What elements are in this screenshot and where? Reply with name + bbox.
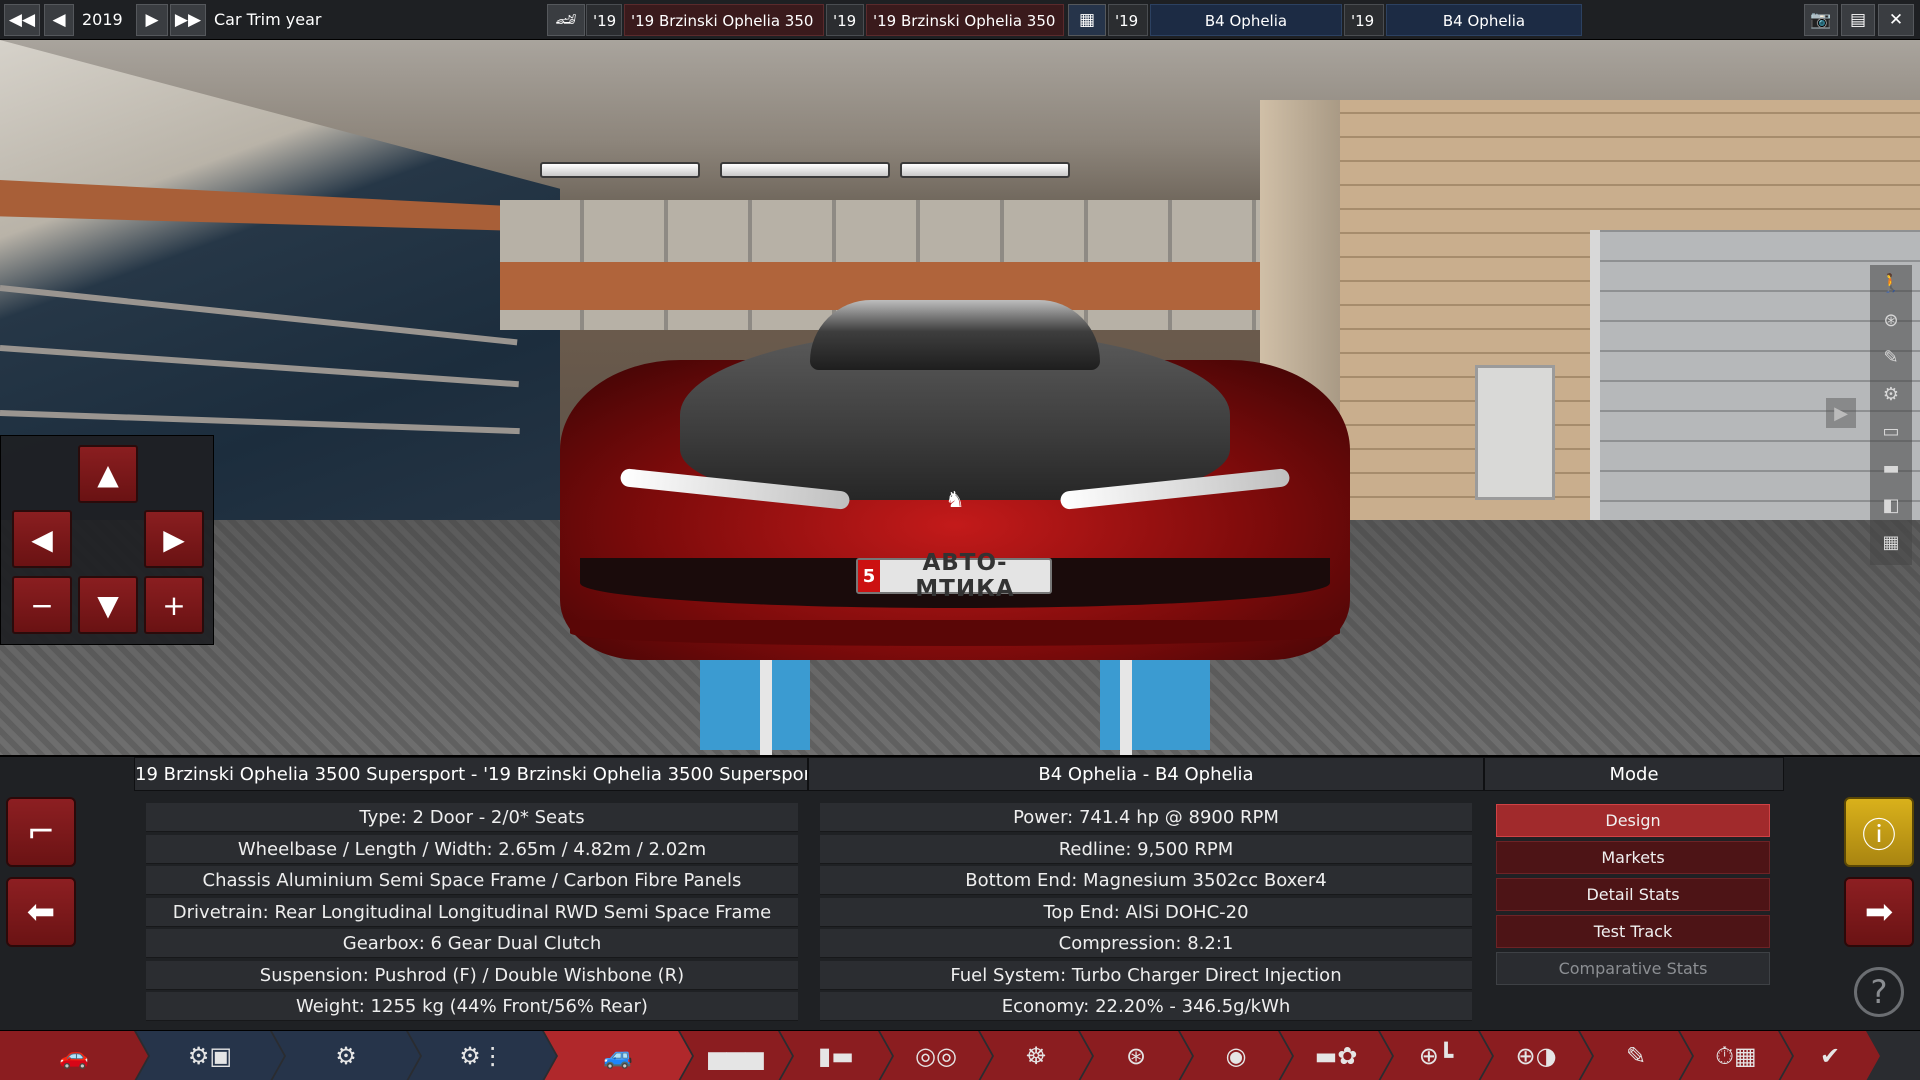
safety-icon[interactable]: ⊕◑ [1480, 1031, 1592, 1080]
license-plate: 5 АВТО-МТИКА [856, 550, 1052, 602]
arrow-right-icon[interactable]: ▶ [144, 510, 204, 568]
expand-panel-icon[interactable]: ▶ [1826, 398, 1856, 428]
ceiling-light [720, 162, 890, 178]
panel-icon[interactable]: ▭ [1870, 413, 1912, 450]
wheels-icon[interactable]: ⊛ [1080, 1031, 1192, 1080]
mode-test-track-button[interactable]: Test Track [1496, 915, 1770, 948]
ceiling-light [540, 162, 700, 178]
back-arrow-icon[interactable]: ⬅ [6, 877, 76, 947]
fast-forward-icon[interactable]: ▶▶ [170, 4, 206, 36]
gearbox-icon[interactable]: ◎◎ [880, 1031, 992, 1080]
year-value: 2019 [82, 10, 123, 29]
camera-icon[interactable]: 📷 [1804, 4, 1838, 36]
engine-model-icon[interactable]: ▦ [1068, 4, 1106, 36]
arrow-down-icon[interactable]: ▼ [78, 576, 138, 634]
engine-family-stage-icon[interactable]: ⚙▣ [136, 1031, 284, 1080]
car-part-icon[interactable]: ◧ [1870, 487, 1912, 524]
engine-block-stage-icon[interactable]: ⚙ [272, 1031, 420, 1080]
seats-icon[interactable]: ▅▅▅ [680, 1031, 792, 1080]
stat-row: Type: 2 Door - 2/0* Seats [146, 803, 798, 832]
arrow-up-icon[interactable]: ▲ [78, 445, 138, 503]
stats-panel: 19 Brzinski Ophelia 3500 Supersport - '1… [0, 755, 1920, 1030]
garage-side-door [1475, 365, 1555, 500]
ceiling-light [900, 162, 1070, 178]
person-icon[interactable]: 🚶 [1870, 265, 1912, 302]
stat-row: Drivetrain: Rear Longitudinal Longitudin… [146, 897, 798, 927]
slot4-year: '19 [1344, 4, 1384, 36]
slot2-name-field[interactable]: '19 Brzinski Ophelia 350 [866, 4, 1064, 36]
stat-row: Top End: AlSi DOHC-20 [820, 897, 1472, 927]
interior-icon[interactable]: ⊕┗ [1380, 1031, 1492, 1080]
lift-rail [1120, 660, 1132, 760]
car-splitter [570, 620, 1340, 646]
tuning-icon[interactable]: ✎ [1580, 1031, 1692, 1080]
body-aero-icon[interactable]: ▬✿ [1280, 1031, 1392, 1080]
zoom-in-icon[interactable]: + [144, 576, 204, 634]
view-tool-strip: 🚶 ⊛ ✎ ⚙ ▭ ▬ ◧ ▦ [1870, 265, 1912, 565]
car-model-icon[interactable]: 🏎 [547, 4, 585, 36]
suspension-icon[interactable]: ☸ [980, 1031, 1092, 1080]
test-drive-icon[interactable]: ⏱▦ [1680, 1031, 1792, 1080]
mode-design-button[interactable]: Design [1496, 804, 1770, 837]
stat-row: Weight: 1255 kg (44% Front/56% Rear) [146, 992, 798, 1021]
paint-icon[interactable]: ✎ [1870, 339, 1912, 376]
stat-row: Power: 741.4 hp @ 8900 RPM [820, 803, 1472, 832]
chassis-icon[interactable]: ▮▬ [780, 1031, 892, 1080]
fixture-icon[interactable]: ⌐ [6, 797, 76, 867]
close-icon[interactable]: ✕ [1878, 4, 1914, 36]
car-side-icon[interactable]: ▬ [1870, 450, 1912, 487]
rewind-icon[interactable]: ◀◀ [4, 4, 40, 36]
mode-comparative-stats-button[interactable]: Comparative Stats [1496, 952, 1770, 985]
stat-row: Bottom End: Magnesium 3502cc Boxer4 [820, 866, 1472, 895]
lift-rail [760, 660, 772, 760]
stat-row: Compression: 8.2:1 [820, 929, 1472, 958]
mode-markets-button[interactable]: Markets [1496, 841, 1770, 874]
mode-title: Mode [1484, 757, 1784, 791]
warning-icon[interactable]: ⓘ [1844, 797, 1914, 867]
stat-row: Redline: 9,500 RPM [820, 834, 1472, 864]
plate-number: 5 [858, 560, 880, 592]
top-bar: ◀◀ ◀ 2019 ▶ ▶▶ Car Trim year 🏎 '19 '19 B… [0, 0, 1920, 40]
finish-check-icon[interactable]: ✔ [1780, 1031, 1880, 1080]
prev-icon[interactable]: ◀ [44, 4, 74, 36]
car-title: 19 Brzinski Ophelia 3500 Supersport - '1… [134, 757, 808, 791]
brakes-icon[interactable]: ◉ [1180, 1031, 1292, 1080]
stat-row: Fuel System: Turbo Charger Direct Inject… [820, 960, 1472, 990]
engine-icon[interactable]: ⚙ [1870, 376, 1912, 413]
car-roof [810, 300, 1100, 370]
next-icon[interactable]: ▶ [136, 4, 168, 36]
grid-icon[interactable]: ▦ [1870, 524, 1912, 561]
car-model-stage-icon[interactable]: 🚗 [0, 1031, 148, 1080]
brand-emblem-icon: ♞ [945, 488, 965, 513]
stat-row: Wheelbase / Length / Width: 2.65m / 4.82… [146, 834, 798, 864]
arrow-left-icon[interactable]: ◀ [12, 510, 72, 568]
car-stats: Type: 2 Door - 2/0* Seats Wheelbase / Le… [146, 803, 798, 1024]
stat-row: Economy: 22.20% - 346.5g/kWh [820, 992, 1472, 1021]
stat-row: Gearbox: 6 Gear Dual Clutch [146, 929, 798, 958]
wheel-icon[interactable]: ⊛ [1870, 302, 1912, 339]
help-icon[interactable]: ? [1854, 967, 1904, 1017]
zoom-out-icon[interactable]: − [12, 576, 72, 634]
slot3-year: '19 [1108, 4, 1148, 36]
calculator-icon[interactable]: ▤ [1841, 4, 1875, 36]
trim-stage-icon[interactable]: 🚙 [544, 1031, 692, 1080]
forward-arrow-icon[interactable]: ➡ [1844, 877, 1914, 947]
trim-label: Car Trim year [214, 10, 322, 29]
stage-nav-bar: 🚗 ⚙▣ ⚙ ⚙⋮ 🚙 ▅▅▅ ▮▬ ◎◎ ☸ ⊛ ◉ ▬✿ ⊕┗ ⊕◑ ✎ ⏱… [0, 1030, 1920, 1080]
car-model[interactable]: ♞ 5 АВТО-МТИКА [560, 300, 1350, 670]
slot1-year: '19 [586, 4, 622, 36]
slot1-name-field[interactable]: '19 Brzinski Ophelia 350 [624, 4, 824, 36]
slot4-name-field[interactable]: B4 Ophelia [1386, 4, 1582, 36]
mode-detail-stats-button[interactable]: Detail Stats [1496, 878, 1770, 911]
slot3-name-field[interactable]: B4 Ophelia [1150, 4, 1342, 36]
camera-dpad: ▲ ◀ ▶ − ▼ + [0, 435, 214, 645]
stat-row: Suspension: Pushrod (F) / Double Wishbon… [146, 960, 798, 990]
plate-text: АВТО-МТИКА [915, 550, 1015, 602]
stat-row: Chassis Aluminium Semi Space Frame / Car… [146, 866, 798, 895]
slot2-year: '19 [826, 4, 864, 36]
engine-stats: Power: 741.4 hp @ 8900 RPM Redline: 9,50… [820, 803, 1472, 1024]
engine-tune-stage-icon[interactable]: ⚙⋮ [408, 1031, 556, 1080]
engine-title: B4 Ophelia - B4 Ophelia [808, 757, 1484, 791]
